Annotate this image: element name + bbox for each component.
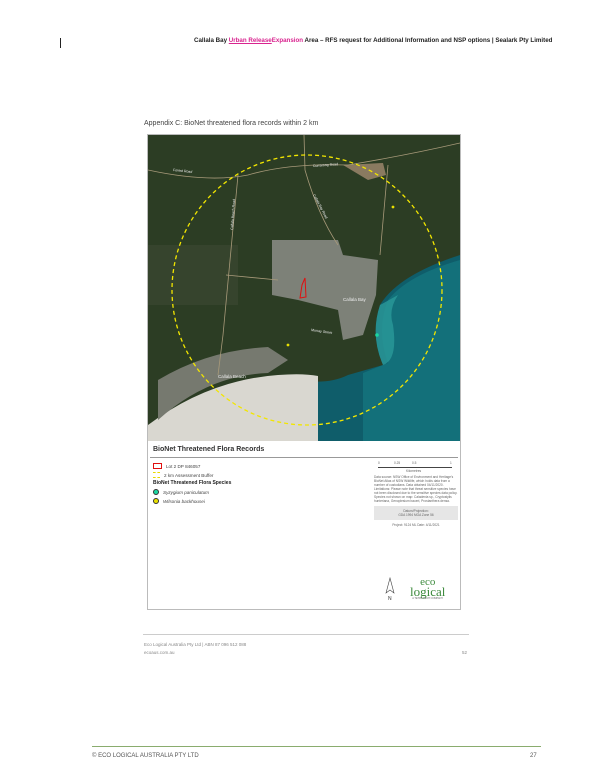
inner-footer-page: 52: [462, 650, 468, 655]
footer-divider: [92, 746, 541, 747]
header-text: Callala Bay: [194, 37, 229, 44]
map-notes: 0 0.25 0.5 1 Kilometres Data source: NSW…: [374, 461, 458, 527]
not-shown-note: Species not shown on map: Caladenia sp.,…: [374, 495, 452, 503]
scale-tick: 1: [450, 461, 452, 465]
legend-title: BioNet Threatened Flora Records: [153, 446, 265, 453]
header-text-suffix: Area – RFS request for Additional Inform…: [303, 37, 553, 44]
species-heading: BioNet Threatened Flora Species: [153, 480, 232, 486]
page-header: Callala Bay Urban ReleaseExpansion Area …: [194, 37, 552, 44]
map-figure: Forest Road Currarong Road Callala Beach…: [147, 134, 461, 610]
north-label: N: [388, 596, 392, 601]
inner-footer-company: Eco Logical Australia Pty Ltd | ABN 87 0…: [144, 642, 247, 647]
footer-copyright: © ECO LOGICAL AUSTRALIA PTY LTD: [92, 753, 199, 759]
revision-bar: [60, 38, 61, 48]
north-arrow-icon: N: [385, 577, 395, 601]
limitations-note: Limitations: Please note that threat sen…: [374, 487, 458, 495]
logo-tagline: A TETRA TECH COMPANY: [412, 597, 444, 600]
label-callala-beach: Callala Beach: [218, 374, 246, 379]
legend-label: Lot 2 DP 846057: [166, 463, 201, 469]
legend-item-syzygium: Syzygium paniculatum: [153, 489, 209, 495]
legend-label: 2 km Assessment Buffer: [164, 472, 214, 478]
scale-tick: 0.25: [394, 461, 401, 465]
legend-divider: [150, 457, 458, 458]
logo-text: logical: [410, 584, 446, 599]
tracked-deletion: Urban Release: [228, 37, 272, 44]
legend-label: Wilsonia backhousei: [163, 498, 205, 504]
wilsonia-record-marker: [286, 343, 290, 347]
tracked-insertion: Expansion: [271, 37, 304, 44]
legend-label: Syzygium paniculatum: [163, 489, 209, 495]
scale-unit: Kilometres: [406, 469, 422, 473]
legend-item-wilsonia: Wilsonia backhousei: [153, 498, 205, 504]
document-page: Callala Bay Urban ReleaseExpansion Area …: [0, 0, 600, 776]
yellow-dot-icon: [153, 498, 159, 504]
legend-item-buffer: 2 km Assessment Buffer: [153, 472, 213, 478]
project-info: Project: 9124 ML Date: 4/11/2021: [392, 523, 440, 527]
syzygium-record-marker: [375, 333, 379, 337]
appendix-title: Appendix C: BioNet threatened flora reco…: [144, 120, 319, 127]
eco-logical-logo: eco logical A TETRA TECH COMPANY: [410, 577, 445, 601]
teal-dot-icon: [153, 489, 159, 495]
scale-bar: 0 0.25 0.5 1 Kilometres: [374, 461, 458, 475]
yellow-dashed-swatch: [153, 472, 160, 478]
label-callala-bay: Callala Bay: [343, 297, 367, 302]
wilsonia-record-marker: [391, 205, 395, 209]
inner-footer-divider: [143, 634, 469, 635]
page-number: 27: [530, 753, 537, 759]
satellite-map: Forest Road Currarong Road Callala Beach…: [148, 135, 460, 441]
datum-value: GDA 1994 MGA Zone 56: [398, 513, 434, 517]
cleared-land: [148, 245, 238, 305]
red-outline-swatch: [153, 463, 162, 469]
datum-box: Datum/Projection: GDA 1994 MGA Zone 56: [374, 506, 458, 520]
legend-item-lot: Lot 2 DP 846057: [153, 463, 200, 469]
data-source-note: Data source: NSW Office of Environment a…: [374, 475, 454, 487]
scale-tick: 0.5: [412, 461, 417, 465]
scale-tick: 0: [378, 461, 380, 465]
inner-footer-site: ecoaus.com.au: [144, 650, 175, 655]
